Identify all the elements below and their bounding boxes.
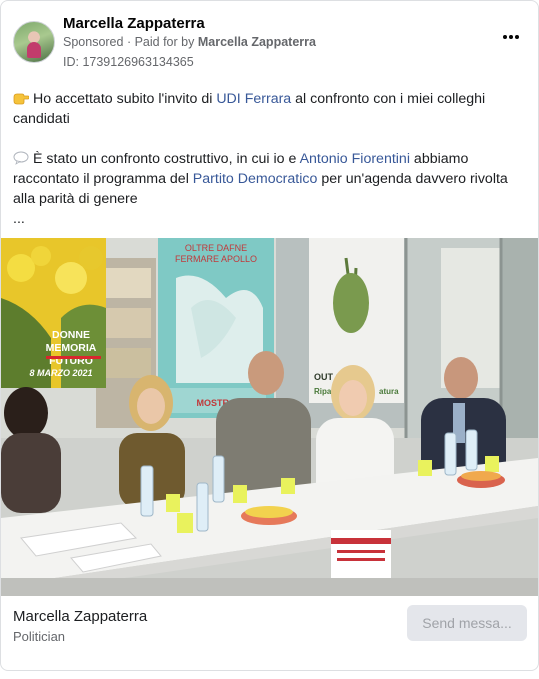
poster-right-line3: atura [379, 387, 399, 396]
poster-center-line2: FERMARE APOLLO [175, 254, 257, 264]
poster-left-line1: DONNE [52, 329, 90, 341]
body-paragraph-2: È stato un confronto costruttivo, in cui… [13, 149, 528, 229]
paid-for-name: Marcella Zappaterra [197, 35, 316, 49]
ad-header: Marcella Zappaterra Sponsored · Paid for… [13, 15, 526, 71]
send-message-button[interactable]: Send messa... [407, 605, 527, 641]
body-p1-text-a: Ho accettato subito l'invito di [33, 91, 217, 107]
poster-left-date: 8 MARZO 2021 [29, 368, 92, 378]
ad-footer: Marcella Zappaterra Politician Send mess… [1, 596, 538, 670]
advertiser-name[interactable]: Marcella Zappaterra [63, 15, 205, 32]
speech-bubble-icon [13, 151, 29, 165]
ad-body-text: Ho accettato subito l'invito di UDI Ferr… [13, 89, 528, 229]
ad-card: Marcella Zappaterra Sponsored · Paid for… [0, 0, 539, 671]
link-udi-ferrara[interactable]: UDI Ferrara [216, 91, 291, 107]
body-p2-text-a: È stato un confronto costruttivo, in cui… [33, 151, 300, 167]
poster-left-line2: MEMORIA [46, 342, 97, 354]
sponsored-label: Sponsored [63, 35, 124, 49]
poster-center-line1: OLTRE DAFNE [185, 243, 247, 253]
page-category: Politician [13, 629, 66, 644]
backhand-pointing-icon [13, 91, 30, 105]
advertiser-avatar[interactable] [13, 21, 55, 63]
more-options-icon[interactable] [496, 27, 526, 47]
ad-id: ID: 1739126963134365 [63, 55, 194, 69]
link-antonio-fiorentini[interactable]: Antonio Fiorentini [300, 151, 410, 167]
link-partito-democratico[interactable]: Partito Democratico [193, 171, 318, 187]
ad-image[interactable]: DONNE MEMORIA FUTURO 8 MARZO 2021 OLTRE … [1, 238, 538, 596]
sponsored-line: Sponsored · Paid for by Marcella Zappate… [63, 35, 316, 49]
page-name[interactable]: Marcella Zappaterra [13, 608, 147, 625]
paid-for-prefix: Paid for by [134, 35, 195, 49]
separator-dot: · [126, 35, 135, 49]
body-paragraph-1: Ho accettato subito l'invito di UDI Ferr… [13, 89, 528, 129]
see-more-ellipsis[interactable]: ... [13, 211, 25, 227]
ad-photo-scene: DONNE MEMORIA FUTURO 8 MARZO 2021 OLTRE … [1, 238, 538, 596]
